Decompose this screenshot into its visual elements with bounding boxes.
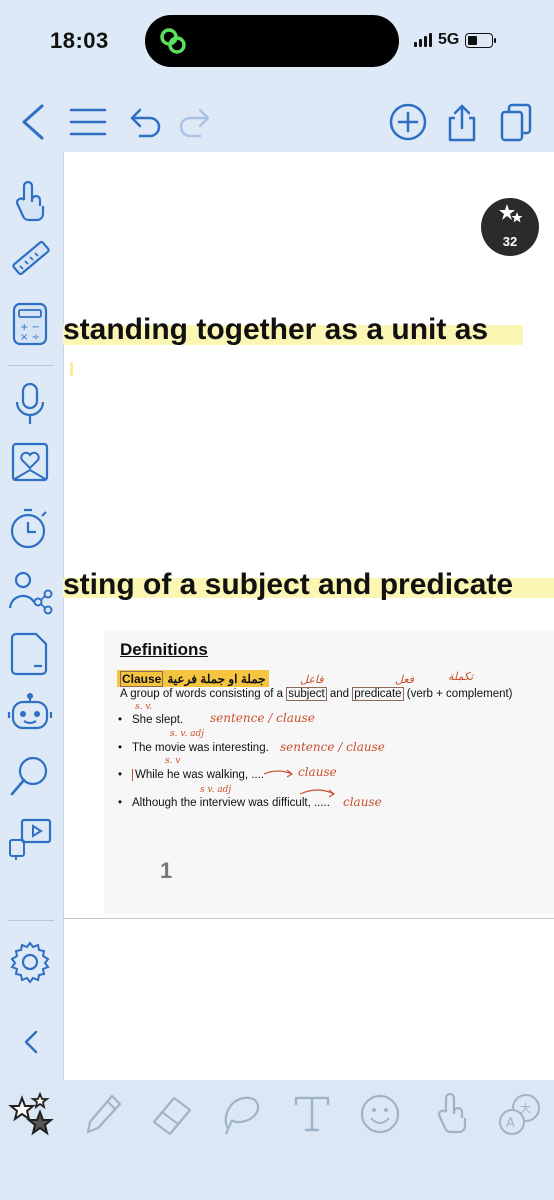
- clause-label: Clause جملة او جملة فرعية: [117, 670, 269, 687]
- timer-icon[interactable]: [6, 504, 54, 552]
- hand-pointer-icon[interactable]: [6, 178, 54, 226]
- arrow-annotation-icon: [263, 769, 294, 778]
- sidebar-divider: [8, 365, 54, 366]
- lasso-icon[interactable]: [218, 1090, 266, 1138]
- handwritten-note: sentence / clause: [210, 711, 315, 725]
- status-indicators: 5G: [414, 31, 497, 49]
- definition-text: A group of words consisting of a subject…: [120, 687, 513, 701]
- handwritten-note: s. v. adj: [170, 729, 204, 739]
- text-tool-icon[interactable]: [288, 1090, 336, 1138]
- back-icon[interactable]: [12, 100, 56, 144]
- slide-title: Definitions: [120, 640, 208, 659]
- svg-text:A: A: [506, 1116, 515, 1131]
- menu-icon[interactable]: [66, 100, 110, 144]
- sidebar-divider: [8, 920, 54, 921]
- highlight-mark: [70, 362, 73, 376]
- dynamic-island: [145, 15, 399, 67]
- handwritten-note: s. v: [165, 756, 181, 766]
- hand-pointer-icon[interactable]: [428, 1090, 476, 1138]
- pages-icon[interactable]: [494, 100, 538, 144]
- arrow-annotation-icon: [299, 789, 336, 798]
- collapse-sidebar-icon[interactable]: [6, 1018, 54, 1066]
- gear-icon[interactable]: [6, 938, 54, 986]
- status-time: 18:03: [50, 28, 109, 53]
- bullet-item: • While he was walking, ....: [118, 769, 265, 781]
- handwritten-note: s v. adj: [200, 785, 232, 795]
- svg-text:× ÷: × ÷: [20, 332, 40, 343]
- network-label: 5G: [438, 31, 460, 48]
- bullet-item: • The movie was interesting.: [118, 742, 269, 754]
- clause-term: Clause: [120, 670, 164, 687]
- undo-icon[interactable]: [122, 100, 166, 144]
- svg-text:大: 大: [520, 1101, 531, 1115]
- people-network-icon[interactable]: [6, 568, 54, 616]
- microphone-icon[interactable]: [6, 380, 54, 428]
- robot-assistant-icon[interactable]: [6, 690, 54, 738]
- battery-icon: [465, 32, 497, 48]
- handwritten-note: sentence / clause: [280, 740, 385, 754]
- clause-arabic: جملة او جملة فرعية: [167, 671, 266, 686]
- slide-page-number: 1: [160, 858, 173, 883]
- sticker-icon[interactable]: [356, 1090, 404, 1138]
- eraser-icon[interactable]: [148, 1090, 196, 1138]
- document-page[interactable]: [63, 152, 554, 1080]
- ruler-icon[interactable]: [6, 234, 54, 282]
- handwritten-note: فعل: [395, 673, 414, 686]
- share-icon[interactable]: [440, 100, 484, 144]
- handwritten-note: clause: [298, 765, 337, 779]
- document-text-line: sting of a subject and predicate: [63, 568, 514, 601]
- page-divider: [63, 918, 554, 919]
- handwritten-note: فاعل: [300, 673, 324, 686]
- stars-icon: [499, 204, 523, 223]
- bookmark-heart-icon[interactable]: [6, 438, 54, 486]
- handwritten-note: clause: [343, 795, 382, 809]
- bullet-item: • She slept.: [118, 714, 184, 726]
- translate-icon[interactable]: A 大: [496, 1090, 544, 1138]
- pen-icon[interactable]: [78, 1090, 126, 1138]
- link-app-icon: [160, 28, 186, 54]
- add-icon[interactable]: [386, 100, 430, 144]
- search-icon[interactable]: [6, 752, 54, 800]
- signal-icon: [414, 33, 432, 47]
- handwritten-note: s. v.: [135, 702, 153, 712]
- presentation-icon[interactable]: [6, 814, 54, 862]
- stars-icon[interactable]: [6, 1090, 54, 1138]
- handwritten-note: تكملة: [448, 670, 474, 683]
- folder-document-icon[interactable]: [6, 630, 54, 678]
- stars-count: 32: [502, 234, 518, 249]
- document-text-line: standing together as a unit as: [63, 313, 489, 346]
- calculator-icon[interactable]: + − × ÷: [6, 300, 54, 348]
- redo-icon[interactable]: [174, 100, 218, 144]
